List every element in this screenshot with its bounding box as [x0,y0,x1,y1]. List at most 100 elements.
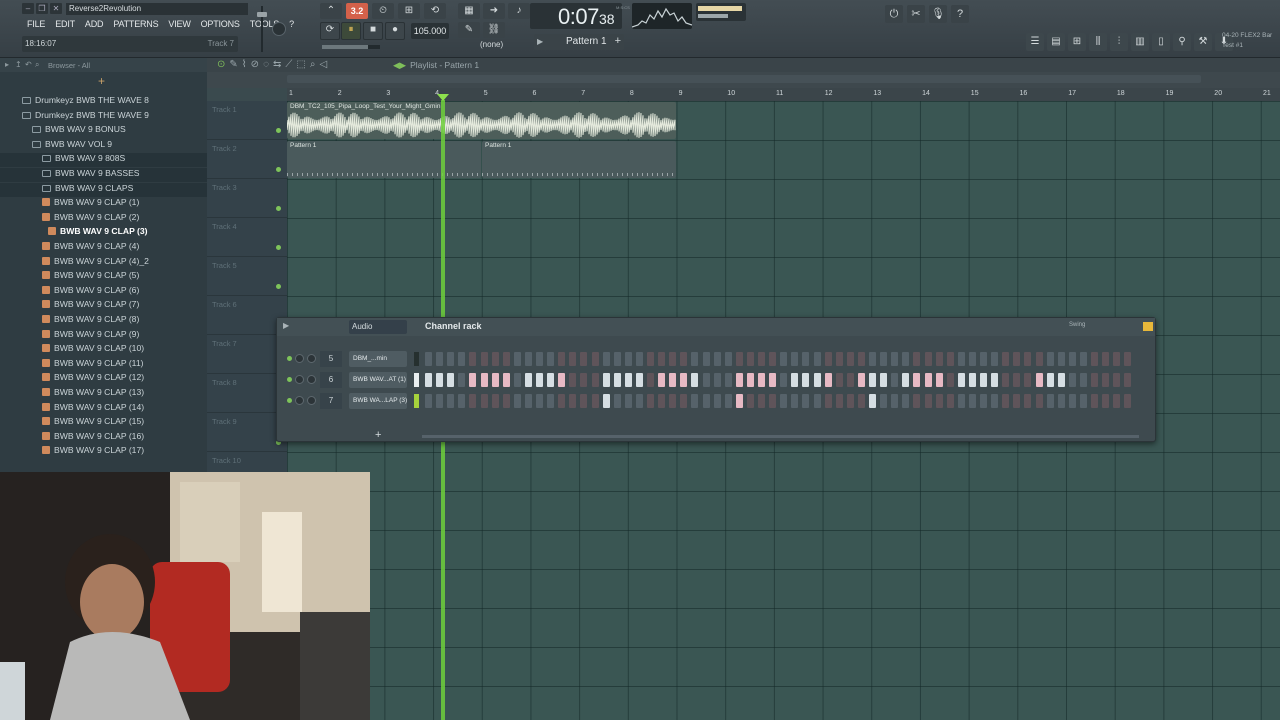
news-panel[interactable]: 04-20 FLEX2 Bar Test #1 [1218,30,1280,54]
step-button[interactable] [569,373,577,387]
step-button[interactable] [1068,373,1076,387]
track-header[interactable]: Track 9 [207,413,287,452]
channel-select-indicator[interactable] [414,352,419,366]
search-icon[interactable]: ⌕ [35,60,39,70]
step-button[interactable] [758,373,765,387]
power-icon[interactable]: ⏻ [885,5,903,23]
channel-filter[interactable]: Audio [349,320,407,334]
step-button[interactable] [1124,352,1132,366]
wait-input-icon[interactable]: ⏲ [372,3,394,19]
step-button[interactable] [602,352,610,366]
channel-pan-knob[interactable] [295,375,304,384]
step-button[interactable] [902,394,910,408]
step-button[interactable] [547,352,555,366]
browser-sample[interactable]: BWB WAV 9 CLAP (2) [0,212,207,226]
step-button[interactable] [458,352,466,366]
step-button[interactable] [968,373,976,387]
step-button[interactable] [624,352,632,366]
browser-sample[interactable]: BWB WAV 9 CLAP (7) [0,299,207,313]
step-button[interactable] [713,373,721,387]
step-button[interactable] [658,373,666,387]
step-button[interactable] [1079,352,1087,366]
browser-sample[interactable]: BWB WAV 9 CLAP (8) [0,314,207,328]
back-icon[interactable]: ↥ [15,60,22,69]
step-button[interactable] [791,352,799,366]
step-button[interactable] [1124,394,1132,408]
channel-volume-knob[interactable] [307,375,316,384]
step-button[interactable] [758,352,765,366]
step-button[interactable] [558,352,566,366]
step-button[interactable] [591,373,599,387]
step-button[interactable] [536,394,543,408]
add-channel-icon[interactable]: + [375,429,381,441]
step-button[interactable] [913,373,921,387]
track-header[interactable]: Track 8 [207,374,287,413]
step-button[interactable] [569,352,577,366]
step-button[interactable] [968,394,976,408]
speaker-icon[interactable]: ◁ [319,59,327,70]
delete-icon[interactable]: ⊘ [251,59,259,70]
step-button[interactable] [835,352,843,366]
browser-folder[interactable]: BWB WAV 9 CLAPS [0,182,207,197]
metronome-icon[interactable]: ⌃ [320,3,342,19]
step-button[interactable] [1079,373,1087,387]
browser-sample[interactable]: BWB WAV 9 CLAP (10) [0,343,207,357]
browser-sample[interactable]: BWB WAV 9 CLAP (12) [0,372,207,386]
master-volume-slider[interactable] [257,6,267,52]
pattern-clip[interactable]: Pattern 1 [287,141,481,178]
step-button[interactable] [946,373,954,387]
step-button[interactable] [1113,373,1121,387]
step-button[interactable] [802,394,810,408]
channel-rack-scrollbar[interactable] [422,435,1139,438]
step-button[interactable] [1113,352,1121,366]
step-button[interactable] [746,394,754,408]
step-button[interactable] [1091,352,1098,366]
step-button[interactable] [447,352,455,366]
channel-name-button[interactable]: BWB WAV...AT (1) [349,372,407,388]
browser-folder[interactable]: BWB WAV 9 808S [0,153,207,168]
step-button[interactable] [702,352,710,366]
step-button[interactable] [924,352,932,366]
magnet-icon[interactable]: ⊙ [217,59,225,70]
step-button[interactable] [869,352,876,366]
step-button[interactable] [1024,373,1032,387]
stop-button[interactable]: ■ [363,22,383,40]
play-button[interactable]: ⏸ [341,22,361,40]
channel-pan-knob[interactable] [295,396,304,405]
step-button[interactable] [680,394,688,408]
piano-roll-icon[interactable]: ▤ [1047,33,1065,51]
step-button[interactable] [1057,352,1065,366]
step-button[interactable] [846,352,854,366]
channel-name-button[interactable]: DBM_...min [349,351,407,367]
cut-icon[interactable]: ✂ [907,5,925,23]
step-button[interactable] [746,373,754,387]
step-button[interactable] [946,352,954,366]
browser-add-icon[interactable]: + [98,74,105,88]
step-button[interactable] [924,394,932,408]
step-button[interactable] [425,373,432,387]
file-icon[interactable]: ▯ [1152,33,1170,51]
playlist-icon[interactable]: ☰ [1026,33,1044,51]
tools-icon[interactable]: ⚒ [1194,33,1212,51]
step-button[interactable] [1002,373,1010,387]
step-button[interactable] [1002,394,1010,408]
browser-sample[interactable]: BWB WAV 9 CLAP (4) [0,241,207,255]
menu-view[interactable]: VIEW [163,17,195,32]
close-icon[interactable]: ✕ [50,3,62,14]
step-button[interactable] [780,373,788,387]
step-button[interactable] [1046,352,1054,366]
step-button[interactable] [1024,394,1032,408]
step-button[interactable] [635,373,643,387]
undo-icon[interactable]: ↶ [25,60,32,69]
pencil-icon[interactable]: ✎ [458,22,480,38]
mixer-faders-icon[interactable]: ⫶ [1110,33,1128,51]
step-button[interactable] [1079,394,1087,408]
step-button[interactable] [991,352,999,366]
step-button[interactable] [857,373,865,387]
browser-folder[interactable]: BWB WAV 9 BONUS [0,124,207,138]
step-button[interactable] [591,394,599,408]
step-button[interactable] [602,373,610,387]
step-button[interactable] [758,394,765,408]
step-button[interactable] [558,394,566,408]
snap-select[interactable]: (none) [480,40,503,49]
